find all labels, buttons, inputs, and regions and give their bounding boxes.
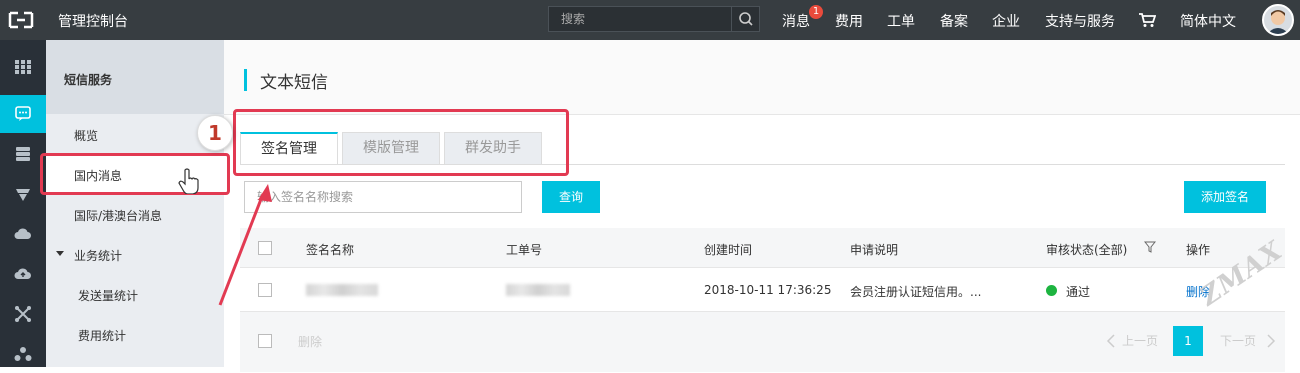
top-bar: 管理控制台 消息 1 费用 工单 备案 企业 支持与服务 简体中文 [0,0,1300,40]
global-search[interactable] [548,6,760,32]
cluster-button[interactable] [0,335,46,373]
chevron-left-icon [1106,334,1115,348]
aliyun-logo-icon[interactable] [8,10,34,30]
nav-support[interactable]: 支持与服务 [1045,11,1115,31]
cloud-upload-icon [14,268,31,279]
annotation-arrow-icon [218,184,272,306]
status-text: 通过 [1066,285,1091,299]
annotation-step-number: 1 [197,115,233,151]
next-page-label: 下一页 [1220,334,1257,348]
prev-page-label: 上一页 [1122,334,1159,348]
sidenav-item-international[interactable]: 国际/港澳台消息 [46,194,224,234]
product-grid-button[interactable] [0,48,46,86]
sidenav-group-stats[interactable]: 业务统计 [46,234,224,274]
shield-icon [16,189,30,201]
cluster-icon [14,347,32,361]
sms-icon [15,106,31,121]
nav-tickets[interactable]: 工单 [887,11,915,31]
sidenav-item-label: 国际/港澳台消息 [74,209,163,223]
title-accent-bar [244,69,247,91]
sidenav-title: 短信服务 [64,73,113,87]
cloud-upload-button[interactable] [0,255,46,293]
nav-icp[interactable]: 备案 [940,11,968,31]
cloud-button[interactable] [0,215,46,253]
column-header: 申请说明 [850,243,899,257]
table-row: 2018-10-11 17:36:25 会员注册认证短信用。... 通过 删除 [240,268,1285,312]
nav-language[interactable]: 简体中文 [1180,11,1236,31]
signature-search-input[interactable] [245,182,521,212]
column-header: 签名名称 [306,243,355,257]
query-button[interactable]: 查询 [542,181,600,213]
network-button[interactable] [0,295,46,333]
table-footer: 删除 上一页 1 下一页 [240,312,1285,372]
sidenav-item-send-stats[interactable]: 发送量统计 [46,274,224,314]
cart-icon[interactable] [1138,12,1156,28]
search-button[interactable] [731,7,759,31]
global-search-input[interactable] [549,7,731,31]
annotation-highlight-tabs [233,109,569,176]
annotation-highlight-domestic [40,153,230,195]
page-header: 文本短信 [224,40,1300,115]
column-header: 操作 [1186,243,1211,257]
redacted-signature-name [306,284,378,296]
redacted-ticket-number [506,284,570,296]
database-icon [16,147,30,161]
user-avatar[interactable] [1262,4,1294,36]
sms-service-sidenav: 短信服务 概览 国内消息 国际/港澳台消息 业务统计 发送量统计 费用统计 [46,40,224,367]
sidenav-item-cost-stats[interactable]: 费用统计 [46,314,224,354]
search-icon [739,12,753,26]
console-title[interactable]: 管理控制台 [58,11,128,31]
column-header: 工单号 [506,243,543,257]
caret-down-icon [56,251,64,256]
main-content: 文本短信 签名管理 模版管理 群发助手 查询 添加签名 签名名称 工单号 创建时… [224,40,1300,372]
sidenav-item-label: 概览 [74,129,99,143]
application-description: 会员注册认证短信用。... [850,285,982,299]
created-time: 2018-10-11 17:36:25 [704,283,832,297]
column-header-status-filter[interactable]: 审核状态(全部) [1046,241,1127,258]
bulk-delete-button[interactable]: 删除 [298,333,322,350]
footer-select-all-checkbox[interactable] [258,334,272,348]
page-title: 文本短信 [260,73,328,93]
sidenav-item-label: 发送量统计 [78,289,139,303]
add-signature-button[interactable]: 添加签名 [1184,181,1266,213]
sidenav-header: 短信服务 [46,40,224,114]
filter-icon[interactable] [1144,241,1156,253]
nav-messages[interactable]: 消息 [782,11,810,31]
network-icon [15,306,31,322]
cloud-icon [14,228,31,239]
sidenav-group-label: 业务统计 [74,249,123,263]
page-number-current[interactable]: 1 [1173,326,1203,356]
grid-icon [15,60,31,74]
signature-search-field[interactable] [244,181,522,213]
user-face-icon [1267,10,1289,34]
message-badge: 1 [809,5,823,19]
table-header: 签名名称 工单号 创建时间 申请说明 审核状态(全部) 操作 [240,228,1285,268]
nav-billing[interactable]: 费用 [835,11,863,31]
product-icon-sidebar [0,40,46,367]
status-approved-dot [1046,285,1057,296]
sidenav-item-label: 费用统计 [78,329,127,343]
nav-enterprise[interactable]: 企业 [992,11,1020,31]
chevron-right-icon [1267,334,1276,348]
hand-cursor-icon [178,168,199,194]
column-header: 创建时间 [704,243,753,257]
sms-service-button[interactable] [0,95,46,133]
